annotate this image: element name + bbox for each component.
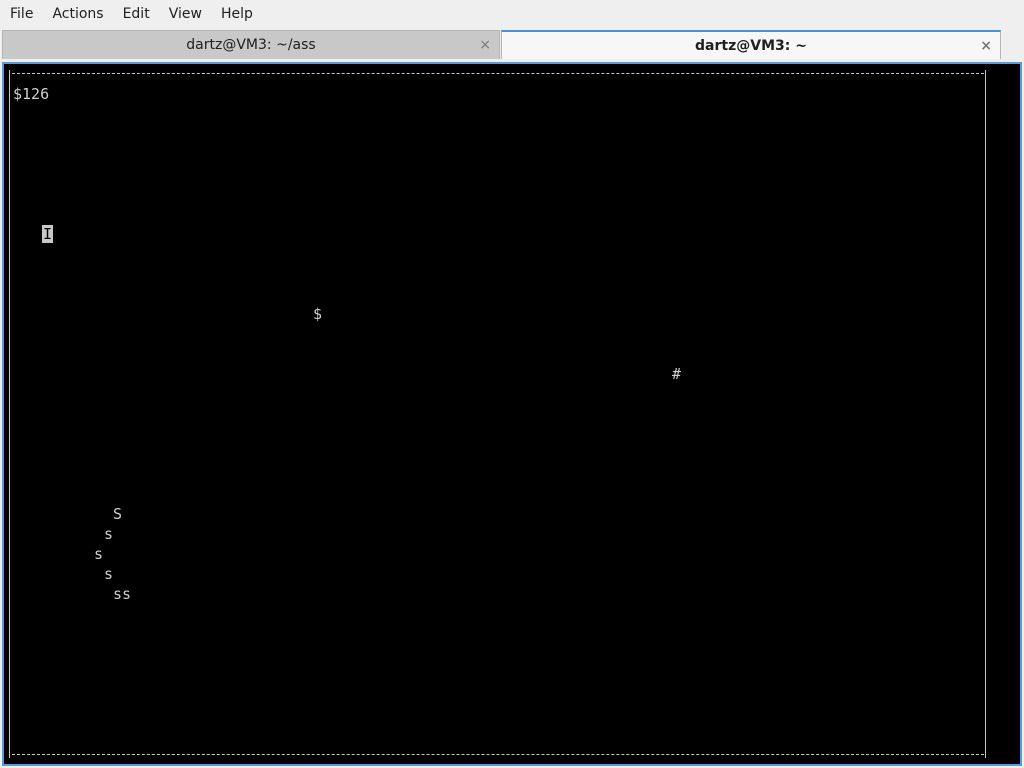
left-border bbox=[9, 70, 10, 758]
snake-segment: s bbox=[104, 525, 114, 543]
snake-segment: s bbox=[94, 545, 104, 563]
tab-bar: dartz@VM3: ~/ass × dartz@VM3: ~ × bbox=[0, 29, 1024, 61]
menu-bar: File Actions Edit View Help bbox=[0, 0, 1024, 29]
bottom-border bbox=[12, 754, 984, 755]
snake-head: S bbox=[113, 505, 123, 523]
game-screen: $126 I $ # S s s s ss bbox=[4, 64, 994, 764]
terminal-view[interactable]: $126 I $ # S s s s ss bbox=[2, 62, 1022, 766]
tab-label: dartz@VM3: ~/ass bbox=[186, 37, 316, 53]
snake-tail: ss bbox=[113, 585, 132, 603]
dollar-pickup: $ bbox=[313, 305, 323, 323]
player-cursor: I bbox=[42, 225, 54, 243]
hash-obstacle: # bbox=[672, 365, 682, 383]
menu-edit[interactable]: Edit bbox=[113, 0, 159, 29]
menu-actions[interactable]: Actions bbox=[42, 0, 112, 29]
menu-help[interactable]: Help bbox=[211, 0, 262, 29]
snake-segment: s bbox=[104, 565, 114, 583]
tab-label: dartz@VM3: ~ bbox=[695, 37, 807, 54]
money-counter: $126 bbox=[13, 85, 50, 103]
menu-file[interactable]: File bbox=[0, 0, 42, 29]
right-border bbox=[985, 70, 986, 758]
close-icon[interactable]: × bbox=[479, 38, 491, 52]
tab-ass[interactable]: dartz@VM3: ~/ass × bbox=[2, 30, 500, 59]
tab-home[interactable]: dartz@VM3: ~ × bbox=[501, 30, 1001, 59]
close-icon[interactable]: × bbox=[980, 39, 992, 53]
top-border bbox=[12, 73, 984, 74]
menu-view[interactable]: View bbox=[159, 0, 211, 29]
terminal-scrollbar[interactable] bbox=[992, 64, 1020, 764]
